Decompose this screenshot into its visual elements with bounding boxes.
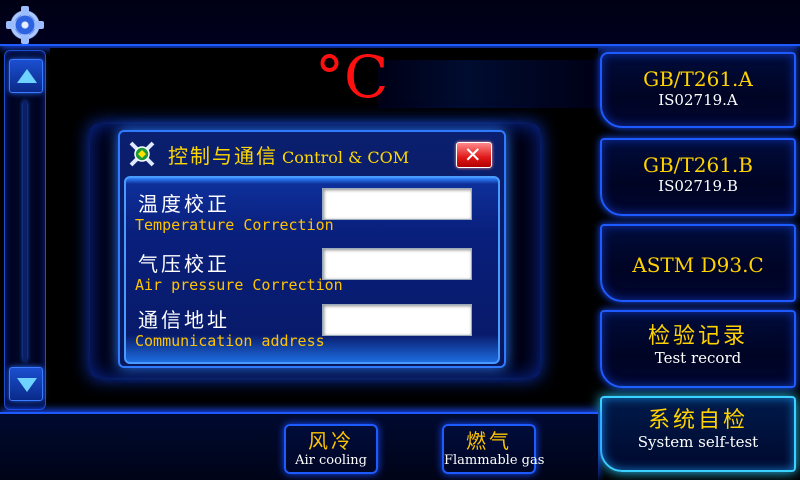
field-label-cn: 通信地址 xyxy=(138,308,230,332)
scroll-rail xyxy=(4,50,46,410)
arrow-up-icon xyxy=(17,69,37,83)
close-button[interactable]: ✕ xyxy=(456,142,492,168)
dialog-title-en: Control & COM xyxy=(282,148,410,167)
button-title: GB/T261.B xyxy=(643,153,753,177)
dialog-body: 温度校正 Temperature Correction 气压校正 Air pre… xyxy=(124,176,500,364)
tools-icon xyxy=(126,138,158,170)
standard-astm-d93-c-button[interactable]: ASTM D93.C xyxy=(600,224,796,302)
scroll-track[interactable] xyxy=(23,101,27,361)
air-cooling-label-en: Air cooling xyxy=(295,453,367,468)
scroll-up-button[interactable] xyxy=(9,59,43,93)
button-title: 检验记录 xyxy=(647,324,748,349)
air-cooling-label-cn: 风冷 xyxy=(308,429,354,453)
field-label-en: Communication address xyxy=(135,332,325,350)
button-title: GB/T261.A xyxy=(643,67,753,91)
button-subtitle: Test record xyxy=(654,349,742,367)
field-label-cn: 气压校正 xyxy=(138,252,230,276)
button-subtitle: System self-test xyxy=(637,433,759,451)
temperature-unit: °C xyxy=(315,43,389,111)
dialog-title-cn: 控制与通信 xyxy=(168,144,278,168)
standard-gb-t261-a-button[interactable]: GB/T261.A IS02719.A xyxy=(600,52,796,128)
field-label-cn: 温度校正 xyxy=(138,192,230,216)
test-record-button[interactable]: 检验记录 Test record xyxy=(600,310,796,388)
flammable-gas-label-en: Flammable gas xyxy=(444,453,545,468)
field-communication-address: 通信地址 Communication address xyxy=(126,298,496,354)
flammable-gas-label-cn: 燃气 xyxy=(466,429,512,453)
air-pressure-correction-input[interactable] xyxy=(322,248,472,280)
standard-gb-t261-b-button[interactable]: GB/T261.B IS02719.B xyxy=(600,138,796,216)
field-label-en: Temperature Correction xyxy=(135,216,334,234)
temperature-readout xyxy=(378,60,600,108)
control-com-dialog: 控制与通信 Control & COM ✕ 温度校正 Temperature Co… xyxy=(118,130,506,368)
field-temperature-correction: 温度校正 Temperature Correction xyxy=(126,182,496,238)
air-cooling-button[interactable]: 风冷 Air cooling xyxy=(284,424,378,474)
dialog-title: 控制与通信 Control & COM xyxy=(168,140,409,169)
close-icon: ✕ xyxy=(464,143,482,167)
field-label-en: Air pressure Correction xyxy=(135,276,343,294)
temperature-correction-input[interactable] xyxy=(322,188,472,220)
dialog-header: 控制与通信 Control & COM ✕ xyxy=(120,132,504,176)
scroll-down-button[interactable] xyxy=(9,367,43,401)
button-title: 系统自检 xyxy=(647,408,748,433)
field-air-pressure-correction: 气压校正 Air pressure Correction xyxy=(126,242,496,298)
gear-icon-core xyxy=(15,15,35,35)
system-self-test-button[interactable]: 系统自检 System self-test xyxy=(600,396,796,472)
bottom-bar: 风冷 Air cooling 燃气 Flammable gas xyxy=(0,412,598,480)
button-subtitle: IS02719.A xyxy=(658,91,738,109)
gear-icon[interactable] xyxy=(6,6,44,44)
top-bar xyxy=(0,0,800,46)
arrow-down-icon xyxy=(17,378,37,392)
communication-address-input[interactable] xyxy=(322,304,472,336)
button-subtitle: IS02719.B xyxy=(658,177,738,195)
flammable-gas-button[interactable]: 燃气 Flammable gas xyxy=(442,424,545,474)
button-title: ASTM D93.C xyxy=(632,253,764,277)
